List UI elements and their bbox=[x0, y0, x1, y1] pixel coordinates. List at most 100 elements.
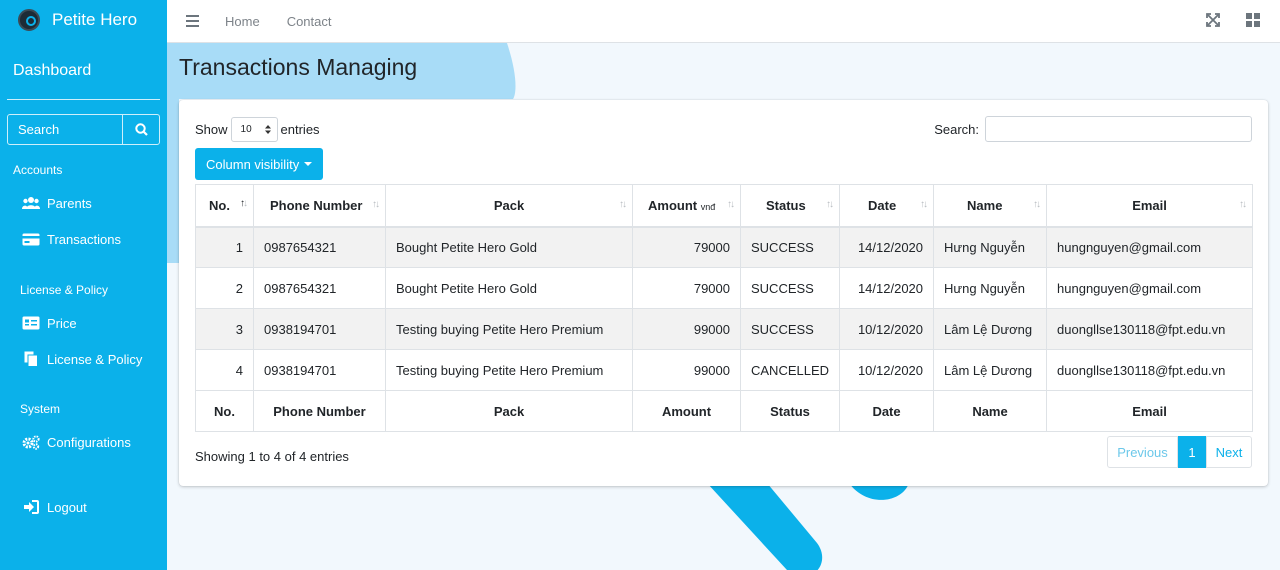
sort-icon: ↑↓ bbox=[1033, 199, 1041, 210]
sidebar-dashboard-link[interactable]: Dashboard bbox=[0, 62, 167, 80]
logout-label: Logout bbox=[47, 499, 87, 515]
table-search-input[interactable] bbox=[985, 116, 1252, 142]
cell-no: 2 bbox=[195, 267, 254, 309]
sort-icon: ↑↓ bbox=[920, 199, 928, 210]
table-search: Search: bbox=[934, 116, 1252, 142]
logout-link[interactable]: Logout bbox=[0, 489, 167, 525]
nav-contact-link[interactable]: Contact bbox=[287, 14, 332, 29]
show-label: Show bbox=[195, 122, 228, 137]
footer-pack: Pack bbox=[385, 390, 633, 432]
footer-no: No. bbox=[195, 390, 254, 432]
brand-name: Petite Hero bbox=[52, 10, 138, 29]
sort-icon: ↑↓ bbox=[1239, 199, 1247, 210]
transactions-card: Show 10 entries Search: Column visibilit… bbox=[179, 100, 1268, 486]
table-row[interactable]: 1 0987654321 Bought Petite Hero Gold 790… bbox=[195, 226, 1254, 268]
footer-phone: Phone Number bbox=[253, 390, 386, 432]
section-title-system: System bbox=[20, 402, 61, 416]
table-row[interactable]: 4 0938194701 Testing buying Petite Hero … bbox=[195, 349, 1254, 391]
cell-amount: 79000 bbox=[632, 226, 741, 268]
sidebar-item-price[interactable]: Price bbox=[0, 305, 167, 341]
footer-date: Date bbox=[839, 390, 935, 432]
amount-unit: vnđ bbox=[700, 201, 716, 212]
cell-no: 4 bbox=[195, 349, 254, 391]
top-navbar: Home Contact bbox=[167, 0, 1280, 43]
sidebar-item-parents[interactable]: Parents bbox=[0, 185, 167, 221]
brand-link[interactable]: Petite Hero bbox=[0, 0, 167, 40]
column-visibility-label: Column visibility bbox=[206, 156, 300, 172]
nav-home-link[interactable]: Home bbox=[225, 14, 260, 29]
page-title: Transactions Managing bbox=[179, 54, 418, 80]
header-label: No. bbox=[209, 197, 230, 213]
column-header-date[interactable]: Date ↑↓ bbox=[839, 184, 935, 228]
sidebar-item-license-policy[interactable]: License & Policy bbox=[0, 341, 167, 377]
header-label: Phone Number bbox=[270, 197, 363, 213]
footer-status: Status bbox=[739, 390, 841, 432]
cell-amount: 79000 bbox=[632, 267, 741, 309]
sort-icon: ↑↓ bbox=[826, 199, 834, 210]
transactions-table: No. ↑↓ Phone Number ↑↓ Pack ↑↓ Amount vnđ ↑↓… bbox=[195, 184, 1254, 432]
cell-name: Hưng Nguyễn bbox=[933, 267, 1048, 309]
table-row[interactable]: 2 0987654321 Bought Petite Hero Gold 790… bbox=[195, 267, 1254, 309]
page-1-button[interactable]: 1 bbox=[1178, 436, 1206, 468]
sort-icon: ↑↓ bbox=[619, 199, 627, 210]
entries-select[interactable]: 10 bbox=[230, 117, 278, 142]
sort-icon: ↑↓ bbox=[372, 199, 380, 210]
entries-length-control: Show 10 entries bbox=[195, 117, 320, 142]
column-header-email[interactable]: Email ↑↓ bbox=[1046, 184, 1254, 228]
header-label: Email bbox=[1132, 197, 1167, 213]
copy-icon bbox=[22, 351, 40, 367]
next-page-button[interactable]: Next bbox=[1206, 436, 1252, 468]
header-label: Name bbox=[967, 197, 1003, 213]
sidebar-item-label: Transactions bbox=[47, 231, 121, 247]
menu-toggle-icon[interactable] bbox=[186, 15, 199, 27]
sidebar-search-button[interactable] bbox=[122, 115, 159, 144]
sidebar-item-configurations[interactable]: Configurations bbox=[0, 424, 167, 460]
column-header-no[interactable]: No. ↑↓ bbox=[195, 184, 254, 228]
credit-card-icon bbox=[22, 231, 40, 247]
header-label: Amount bbox=[648, 197, 698, 213]
column-header-name[interactable]: Name ↑↓ bbox=[933, 184, 1048, 228]
cell-phone: 0938194701 bbox=[253, 349, 386, 391]
cell-phone: 0987654321 bbox=[253, 267, 386, 309]
cell-status: SUCCESS bbox=[739, 267, 841, 309]
cell-email: duongllse130118@fpt.edu.vn bbox=[1046, 308, 1254, 350]
previous-page-button[interactable]: Previous bbox=[1107, 436, 1178, 468]
sidebar-item-transactions[interactable]: Transactions bbox=[0, 221, 167, 257]
cell-phone: 0987654321 bbox=[253, 226, 386, 268]
column-header-phone[interactable]: Phone Number ↑↓ bbox=[253, 184, 386, 228]
header-label: Date bbox=[868, 197, 897, 213]
cell-date: 14/12/2020 bbox=[839, 267, 935, 309]
cell-amount: 99000 bbox=[632, 349, 741, 391]
cell-email: hungnguyen@gmail.com bbox=[1046, 267, 1254, 309]
cell-no: 1 bbox=[195, 226, 254, 268]
sidebar-item-label: License & Policy bbox=[47, 351, 143, 367]
sidebar-item-label: Configurations bbox=[47, 434, 131, 450]
cell-date: 10/12/2020 bbox=[839, 349, 935, 391]
cell-status: SUCCESS bbox=[739, 226, 841, 268]
footer-name: Name bbox=[933, 390, 1048, 432]
column-header-amount[interactable]: Amount vnđ ↑↓ bbox=[632, 184, 741, 228]
section-title-accounts: Accounts bbox=[13, 163, 63, 177]
sort-asc-icon: ↑↓ bbox=[240, 198, 248, 209]
cell-email: duongllse130118@fpt.edu.vn bbox=[1046, 349, 1254, 391]
cell-name: Lâm Lệ Dương bbox=[933, 308, 1048, 350]
sign-out-icon bbox=[22, 499, 40, 515]
table-row[interactable]: 3 0938194701 Testing buying Petite Hero … bbox=[195, 308, 1254, 350]
cell-date: 10/12/2020 bbox=[839, 308, 935, 350]
control-sidebar-icon[interactable] bbox=[1246, 13, 1260, 27]
table-search-label: Search: bbox=[934, 121, 979, 137]
sidebar-item-label: Price bbox=[47, 315, 77, 331]
sort-icon: ↑↓ bbox=[727, 199, 735, 210]
sidebar-item-label: Parents bbox=[47, 195, 92, 211]
column-visibility-button[interactable]: Column visibility bbox=[195, 148, 324, 180]
sidebar-search-input[interactable] bbox=[8, 115, 122, 144]
fullscreen-icon[interactable] bbox=[1206, 13, 1220, 27]
column-header-pack[interactable]: Pack ↑↓ bbox=[385, 184, 633, 228]
sidebar: Petite Hero Dashboard Accounts Parents T… bbox=[0, 0, 167, 570]
search-icon bbox=[134, 123, 148, 136]
users-icon bbox=[22, 195, 40, 211]
brand-logo-icon bbox=[18, 9, 40, 31]
select-arrows-icon bbox=[264, 125, 271, 134]
cell-status: SUCCESS bbox=[739, 308, 841, 350]
column-header-status[interactable]: Status ↑↓ bbox=[739, 184, 841, 228]
